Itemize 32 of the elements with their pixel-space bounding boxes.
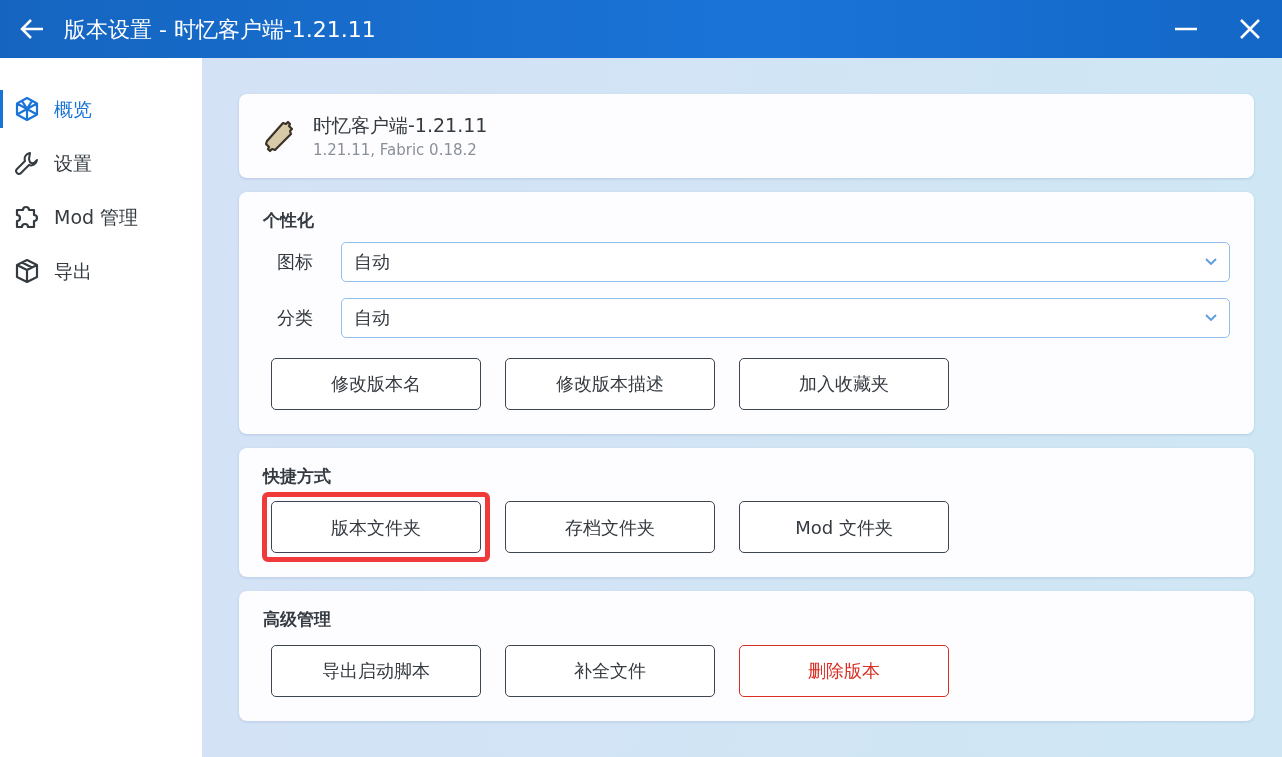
sidebar-item[interactable]: 导出 xyxy=(0,244,202,298)
back-arrow-icon xyxy=(19,18,45,40)
puzzle-icon xyxy=(14,204,40,230)
action-button[interactable]: Mod 文件夹 xyxy=(739,501,949,553)
field-label: 分类 xyxy=(276,306,314,330)
action-button[interactable]: 加入收藏夹 xyxy=(739,357,949,410)
action-button[interactable]: 删除版本 xyxy=(739,644,949,697)
section-title: 快捷方式 xyxy=(263,464,332,488)
section-title: 高级管理 xyxy=(263,608,332,631)
sidebar-item[interactable]: 概览 xyxy=(0,82,202,136)
cube-icon xyxy=(14,96,40,122)
action-button[interactable]: 修改版本描述 xyxy=(505,357,715,410)
action-button[interactable]: 版本文件夹 xyxy=(271,501,481,553)
action-button[interactable]: 存档文件夹 xyxy=(505,501,715,553)
box-icon xyxy=(14,258,40,284)
window-title: 版本设置 - 时忆客户端-1.21.11 xyxy=(64,15,377,44)
sidebar-item[interactable]: Mod 管理 xyxy=(0,190,202,244)
chevron-down-icon xyxy=(1205,313,1217,322)
chevron-down-icon xyxy=(1205,257,1217,266)
action-button[interactable]: 导出启动脚本 xyxy=(271,644,481,697)
sidebar-item[interactable]: 设置 xyxy=(0,136,202,190)
dropdown[interactable]: 自动 xyxy=(341,297,1230,338)
version-details: 1.21.11, Fabric 0.18.2 xyxy=(313,140,478,161)
action-button[interactable]: 补全文件 xyxy=(505,644,715,697)
minimize-icon xyxy=(1175,27,1197,31)
action-button[interactable]: 修改版本名 xyxy=(271,357,481,410)
dropdown[interactable]: 自动 xyxy=(341,241,1230,282)
wrench-icon xyxy=(14,150,40,176)
section-title: 个性化 xyxy=(263,209,315,232)
close-icon xyxy=(1239,18,1261,40)
field-label: 图标 xyxy=(276,250,314,274)
version-name: 时忆客户端-1.21.11 xyxy=(313,112,488,138)
